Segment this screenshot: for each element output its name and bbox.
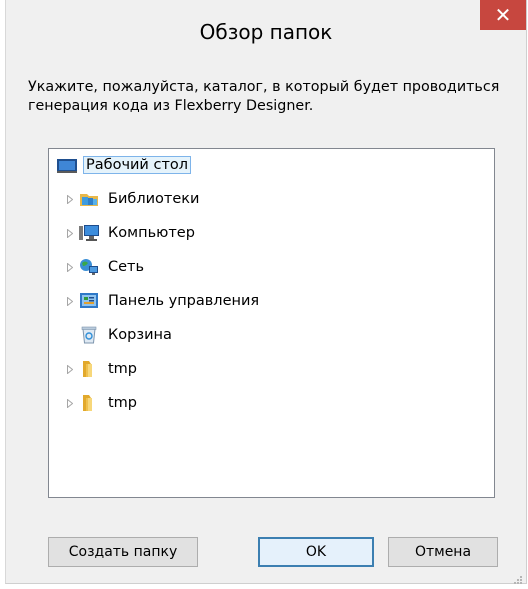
tree-item-control-panel[interactable]: Панель управления [65, 289, 262, 313]
control-panel-icon [79, 292, 99, 310]
expand-arrow-icon[interactable] [65, 193, 75, 205]
window-title: Обзор папок [199, 20, 333, 44]
cancel-button[interactable]: Отмена [388, 537, 498, 567]
instructions-text: Укажите, пожалуйста, каталог, в который … [28, 79, 500, 114]
expand-arrow-icon[interactable] [65, 397, 75, 409]
desktop-icon [57, 156, 77, 174]
folder-icon [79, 394, 99, 412]
tree-item-label: tmp [108, 395, 138, 411]
tree-item-computer[interactable]: Компьютер [65, 221, 198, 245]
recycle-bin-icon [79, 326, 99, 344]
libraries-icon [79, 190, 99, 208]
expand-arrow-icon[interactable] [65, 295, 75, 307]
tree-item-recycle-bin[interactable]: Корзина [65, 323, 175, 347]
tree-item-desktop[interactable]: Рабочий стол [57, 153, 192, 177]
expand-arrow-icon[interactable] [65, 363, 75, 375]
ok-button[interactable]: OK [258, 537, 374, 567]
close-button[interactable]: ✕ [480, 0, 526, 30]
tree-item-label: Корзина [108, 327, 172, 343]
computer-icon [79, 224, 99, 242]
folder-tree[interactable]: Рабочий стол Библиотеки Компьютер Сеть П… [48, 148, 495, 498]
resize-grip-icon[interactable] [512, 569, 522, 584]
expand-arrow-icon[interactable] [65, 261, 75, 273]
tree-item-libraries[interactable]: Библиотеки [65, 187, 202, 211]
close-icon: ✕ [494, 3, 512, 27]
new-folder-button[interactable]: Создать папку [48, 537, 198, 567]
tree-item-label: Панель управления [108, 293, 260, 309]
tree-item-label: Компьютер [108, 225, 195, 241]
folder-icon [79, 360, 99, 378]
tree-item-network[interactable]: Сеть [65, 255, 147, 279]
title-bar[interactable]: Обзор папок ✕ [6, 0, 526, 68]
browse-folder-dialog: Обзор папок ✕ Укажите, пожалуйста, катал… [5, 0, 527, 584]
tree-item-tmp-1[interactable]: tmp [65, 357, 140, 381]
expand-arrow-icon[interactable] [65, 227, 75, 239]
network-icon [79, 258, 99, 276]
tree-item-label: tmp [108, 361, 138, 377]
tree-item-label: Сеть [108, 259, 145, 275]
tree-item-label: Библиотеки [108, 191, 200, 207]
tree-item-tmp-2[interactable]: tmp [65, 391, 140, 415]
tree-item-label: Рабочий стол [83, 156, 192, 174]
